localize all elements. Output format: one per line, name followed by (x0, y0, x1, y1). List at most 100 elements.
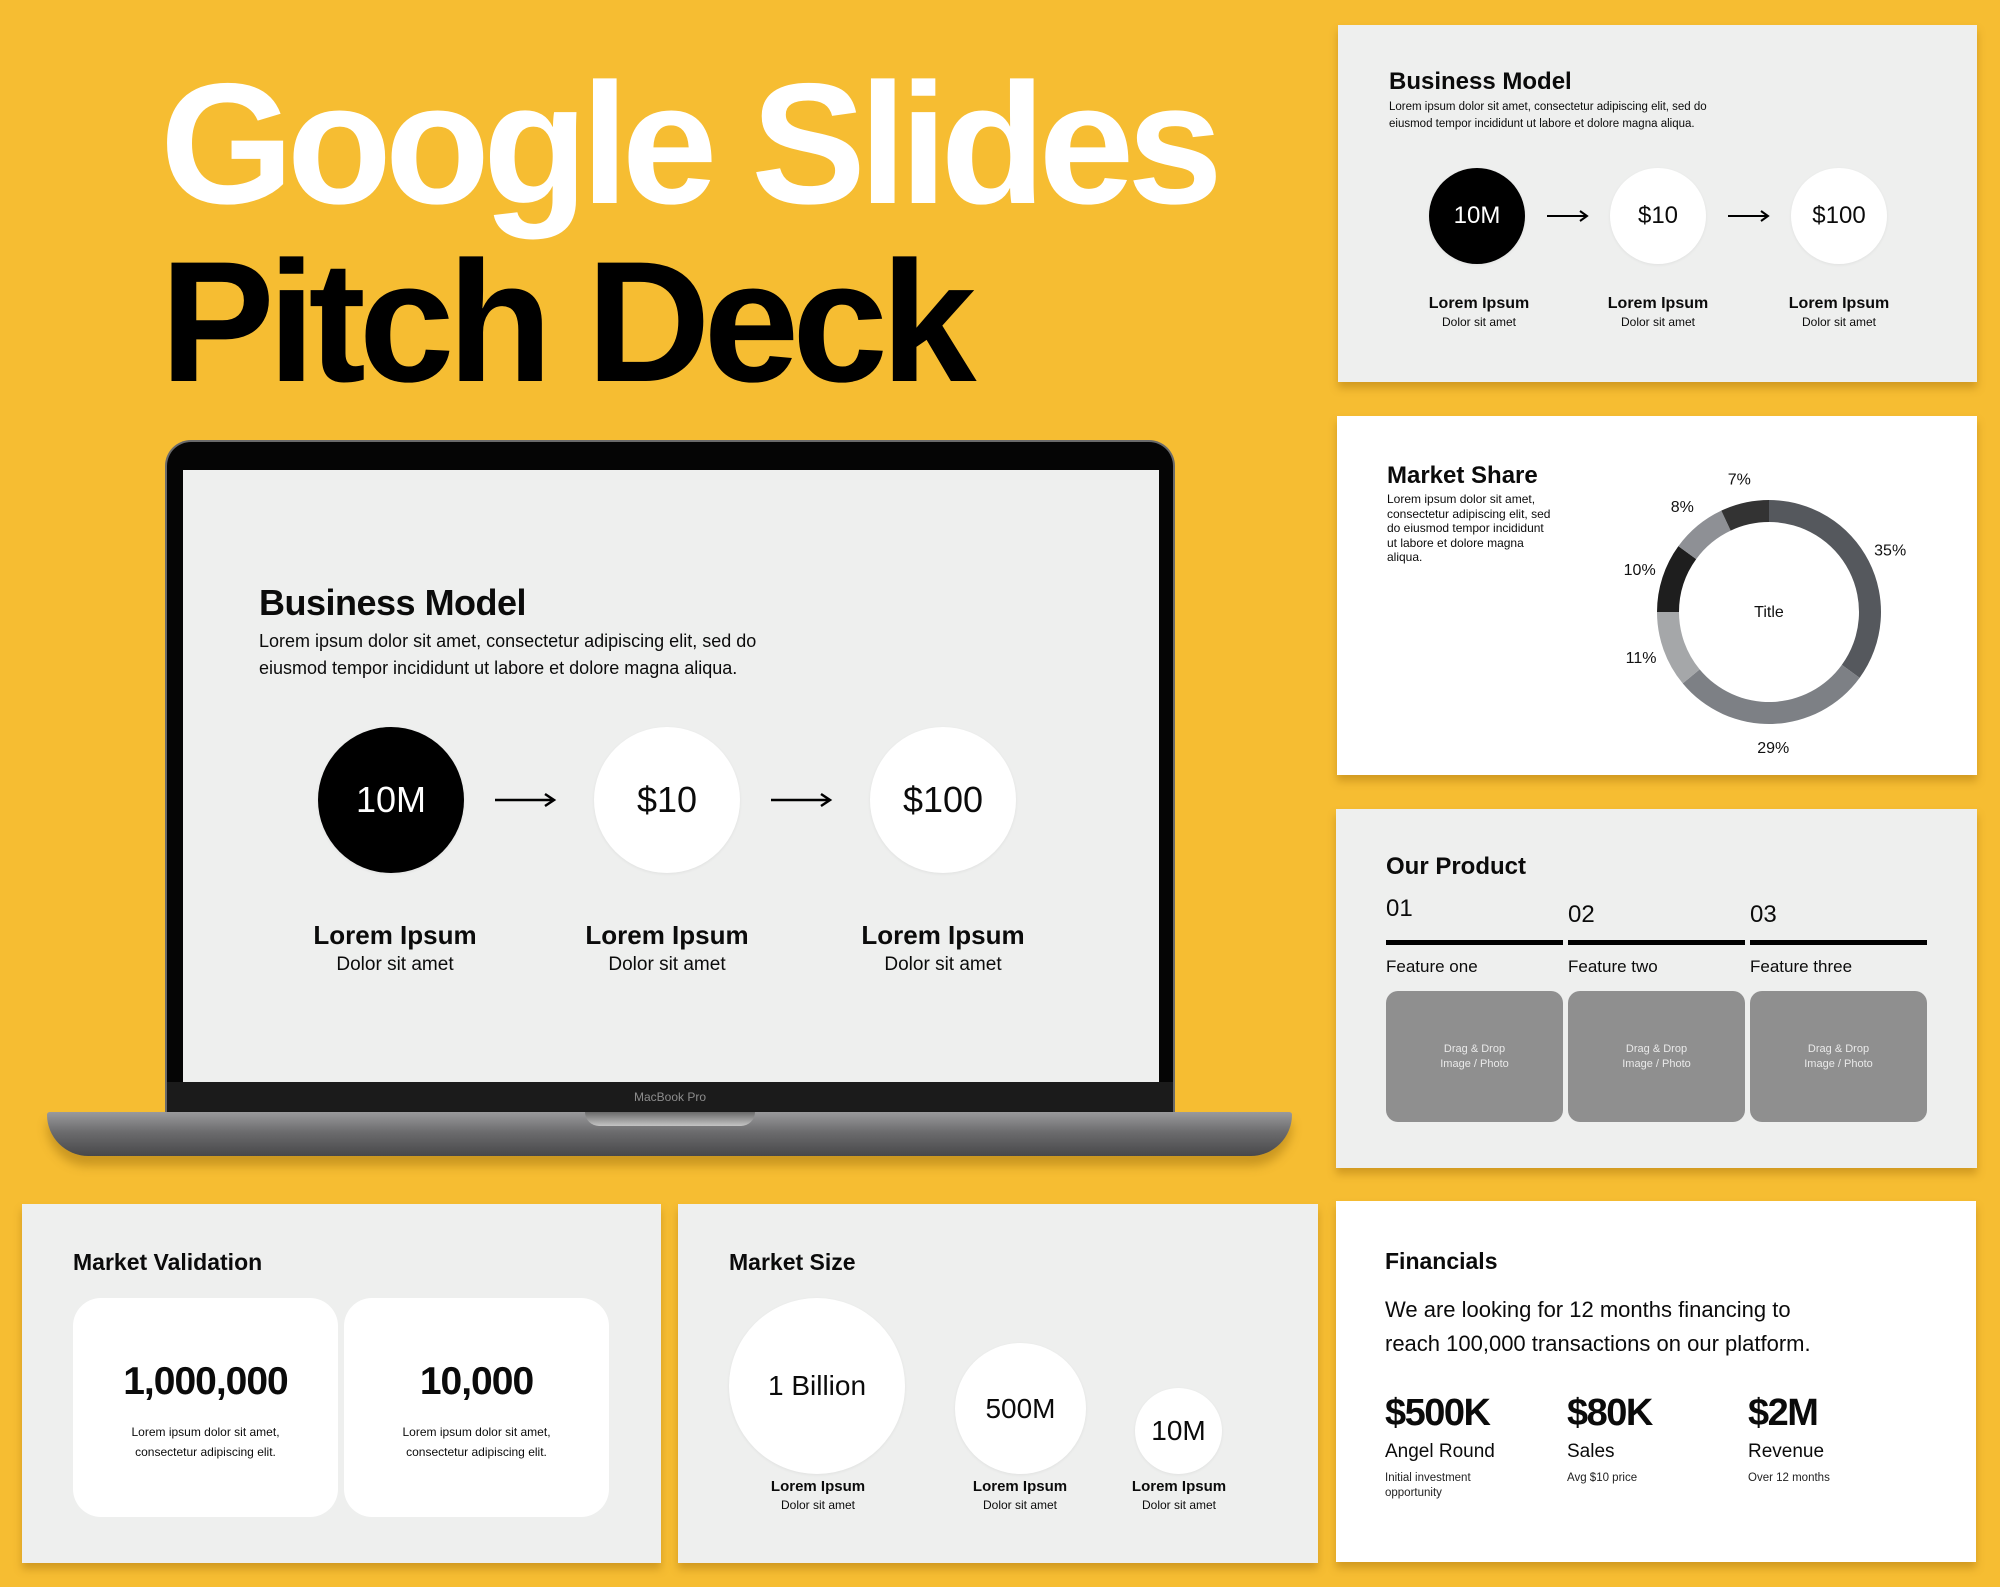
step-label-sub: Dolor sit amet (1620, 315, 1696, 329)
step-label-sub: Dolor sit amet (1441, 315, 1517, 329)
placeholder-text: Drag & Drop (1443, 1042, 1506, 1055)
card-title: Our Product (1386, 853, 1527, 880)
feature-name: Feature two (1568, 957, 1658, 976)
card-body-line: Lorem ipsum dolor sit amet, consectetur … (1389, 101, 1707, 113)
step-circle: $100 (1791, 168, 1887, 264)
donut-slice (1678, 510, 1731, 560)
market-label-title: Lorem Ipsum (1131, 1478, 1227, 1495)
placeholder-text: Image / Photo (1440, 1057, 1509, 1070)
feature-divider (1568, 940, 1745, 945)
step-label: Lorem Ipsum Dolor sit amet (861, 920, 1024, 976)
card-body-line: Lorem ipsum dolor sit amet, (1387, 492, 1536, 506)
market-circle-medium: 500M (955, 1343, 1086, 1474)
feature-number: 01 (1386, 895, 1413, 922)
donut-center-title: Title (1754, 604, 1784, 621)
donut-slice (1769, 500, 1881, 678)
donut-slice-label: 10% (1624, 562, 1656, 579)
laptop-base (47, 1112, 1292, 1156)
metric: $500K Angel Round Initial investment opp… (1385, 1392, 1495, 1501)
market-label: Lorem Ipsum Dolor sit amet (1132, 1478, 1226, 1512)
slide-card-market-validation[interactable]: Market Validation 1,000,000 Lorem ipsum … (22, 1204, 661, 1563)
step-label-title: Lorem Ipsum (1788, 295, 1890, 312)
step-label-sub: Dolor sit amet (336, 954, 454, 975)
donut-slice-label: 7% (1728, 471, 1751, 488)
step-circle: 10M (1429, 168, 1525, 264)
card-body-line: ut labore et dolore magna (1387, 535, 1524, 550)
donut-slice-label: 11% (1626, 650, 1657, 667)
image-placeholder[interactable]: Drag & Drop Image / Photo (1568, 991, 1745, 1122)
metric-value: $500K (1385, 1392, 1491, 1434)
market-label-sub: Dolor sit amet (780, 1498, 856, 1512)
image-placeholder[interactable]: Drag & Drop Image / Photo (1750, 991, 1927, 1122)
donut-slice-label: 29% (1757, 740, 1789, 757)
laptop-lid: Business Model Lorem ipsum dolor sit ame… (165, 440, 1175, 1112)
market-label-sub: Dolor sit amet (1141, 1498, 1217, 1512)
metric-note: Over 12 months (1748, 1472, 1830, 1484)
stat-box: 10,000 Lorem ipsum dolor sit amet, conse… (344, 1298, 609, 1517)
donut-slice (1657, 546, 1697, 612)
donut-slice (1682, 664, 1860, 724)
stat-description-line: Lorem ipsum dolor sit amet, (402, 1425, 551, 1439)
feature-name: Feature one (1386, 957, 1478, 976)
step-label-title: Lorem Ipsum (313, 920, 477, 950)
market-circle-small: 10M (1135, 1388, 1222, 1474)
image-placeholder[interactable]: Drag & Drop Image / Photo (1386, 991, 1563, 1122)
stat-description: Lorem ipsum dolor sit amet, consectetur … (344, 1422, 609, 1462)
slide-card-financials[interactable]: Financials We are looking for 12 months … (1336, 1201, 1976, 1562)
slide-card-market-share[interactable]: Market Share Lorem ipsum dolor sit amet,… (1337, 416, 1977, 775)
step-label: Lorem Ipsum Dolor sit amet (313, 920, 476, 976)
slide-body-line: eiusmod tempor incididunt ut labore et d… (259, 658, 738, 678)
card-body-line: consectetur adipiscing elit, sed (1387, 506, 1551, 521)
step-label: Lorem Ipsum Dolor sit amet (585, 920, 748, 976)
card-body: Lorem ipsum dolor sit amet, consectetur … (1389, 99, 1707, 133)
card-body: We are looking for 12 months financing t… (1385, 1293, 1811, 1361)
market-label: Lorem Ipsum Dolor sit amet (771, 1478, 865, 1512)
laptop-brand-label: MacBook Pro (167, 1082, 1173, 1112)
donut-slice-label: 8% (1671, 499, 1694, 516)
card-title: Market Validation (73, 1249, 263, 1275)
step-label-title: Lorem Ipsum (1607, 295, 1709, 312)
arrow-right-icon (1728, 210, 1770, 222)
hero-line-1: Google Slides (160, 48, 1223, 240)
step-label-title: Lorem Ipsum (861, 920, 1025, 950)
step-label-sub: Dolor sit amet (884, 954, 1002, 975)
laptop-notch (585, 1112, 755, 1126)
step-circle: 10M (318, 727, 464, 873)
metric-label: Angel Round (1385, 1441, 1495, 1462)
card-body: Lorem ipsum dolor sit amet, consectetur … (1387, 492, 1550, 565)
card-body-line: do eiusmod tempor incididunt (1387, 521, 1544, 535)
metric-note-line: opportunity (1385, 1487, 1442, 1499)
market-label-title: Lorem Ipsum (770, 1478, 866, 1495)
slide-body-line: Lorem ipsum dolor sit amet, consectetur … (259, 631, 757, 651)
metric-value: $2M (1748, 1392, 1819, 1434)
metric: $80K Sales Avg $10 price (1567, 1392, 1653, 1486)
slide-card-business-model[interactable]: Business Model Lorem ipsum dolor sit ame… (1338, 25, 1977, 382)
card-body-line: reach 100,000 transactions on our platfo… (1385, 1331, 1811, 1356)
laptop-screen-slide: Business Model Lorem ipsum dolor sit ame… (183, 470, 1159, 1082)
feature-name: Feature three (1750, 957, 1853, 976)
feature-number: 02 (1568, 901, 1595, 928)
metric-note-line: Initial investment (1385, 1472, 1471, 1484)
card-title: Market Share (1387, 462, 1538, 489)
donut-slice (1657, 612, 1700, 684)
market-circle-large: 1 Billion (729, 1298, 905, 1474)
market-label-sub: Dolor sit amet (982, 1498, 1058, 1512)
metric-label: Revenue (1748, 1441, 1825, 1462)
step-label: Lorem Ipsum Dolor sit amet (1789, 295, 1889, 329)
stat-description-line: Lorem ipsum dolor sit amet, (131, 1425, 280, 1439)
card-body-line: eiusmod tempor incididunt ut labore et d… (1389, 118, 1695, 130)
card-body-line: aliqua. (1387, 550, 1423, 564)
slide-title: Business Model (259, 582, 527, 623)
arrow-right-icon (771, 792, 833, 808)
slide-card-our-product[interactable]: Our Product 01 02 03 Feature one Feature… (1336, 809, 1977, 1168)
slide-card-market-size[interactable]: Market Size 1 Billion 500M 10M Lorem Ips… (678, 1204, 1318, 1563)
hero-heading: Google Slides Pitch Deck (160, 48, 1223, 408)
stat-box: 1,000,000 Lorem ipsum dolor sit amet, co… (73, 1298, 338, 1517)
step-label-sub: Dolor sit amet (1801, 315, 1877, 329)
metric-note: Avg $10 price (1567, 1472, 1638, 1484)
placeholder-text: Drag & Drop (1807, 1042, 1870, 1055)
step-label: Lorem Ipsum Dolor sit amet (1608, 295, 1708, 329)
metric-label: Sales (1567, 1441, 1615, 1462)
step-circle: $100 (870, 727, 1016, 873)
stat-value: 10,000 (419, 1360, 534, 1403)
